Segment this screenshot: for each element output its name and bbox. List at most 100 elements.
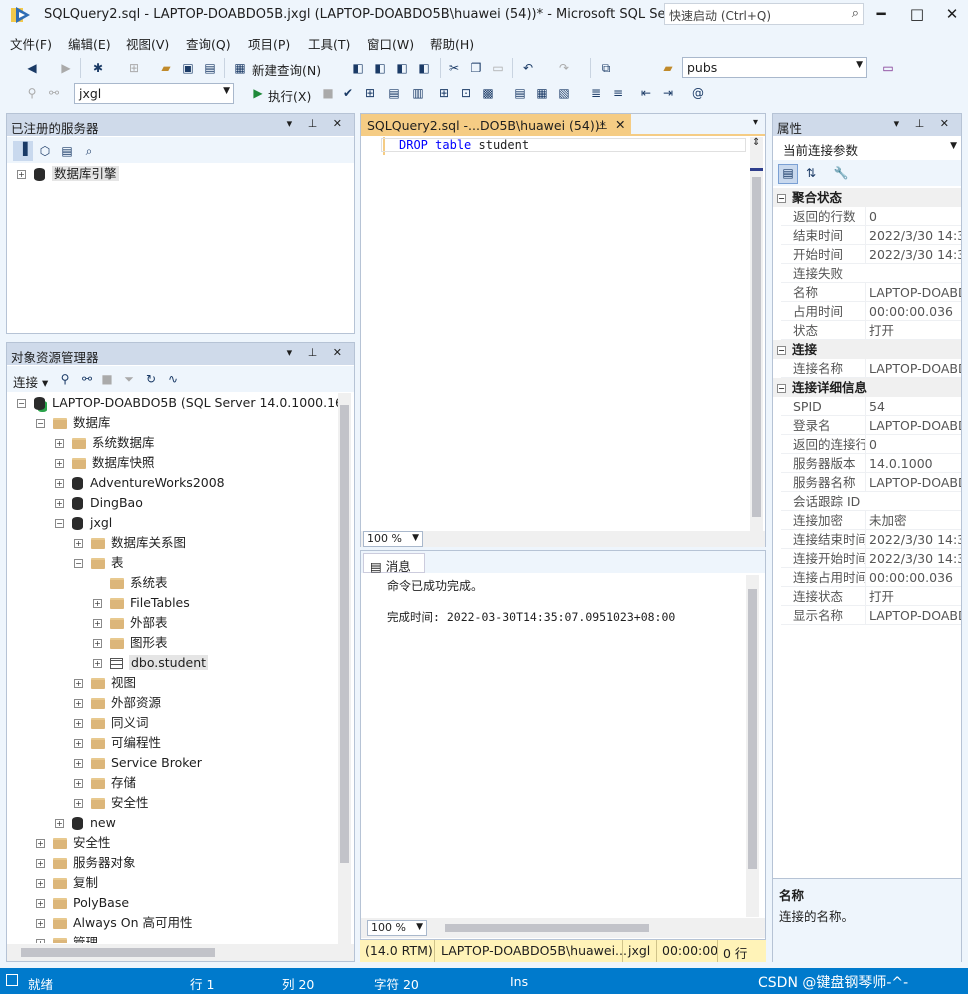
estimated-plan-icon[interactable]: ⊞ — [362, 85, 378, 101]
tree-node[interactable]: + PolyBase — [36, 893, 129, 913]
collapse-icon[interactable]: − — [777, 346, 786, 355]
tree-node[interactable]: + 管理 — [36, 933, 98, 943]
query-designer-icon[interactable]: ▤ — [386, 85, 402, 101]
tree-node[interactable]: + 复制 — [36, 873, 98, 893]
results-to-text-icon[interactable]: ▤ — [512, 85, 528, 101]
expand-icon[interactable]: + — [36, 839, 45, 848]
tree-node[interactable]: + 安全性 — [36, 833, 111, 853]
tree-node[interactable]: + 数据库快照 — [55, 453, 155, 473]
editor-vscroll[interactable]: ⇕ — [750, 137, 763, 531]
minimize-button[interactable]: ━ — [870, 4, 892, 24]
increase-indent-icon[interactable]: ⇥ — [660, 85, 676, 101]
expand-icon[interactable]: + — [74, 539, 83, 548]
forward-icon[interactable]: ▶ — [58, 60, 74, 76]
scroll-thumb[interactable] — [445, 924, 649, 932]
save-icon[interactable]: ▣ — [180, 60, 196, 76]
results-to-file-icon[interactable]: ▧ — [556, 85, 572, 101]
expand-icon[interactable]: + — [74, 679, 83, 688]
property-row[interactable]: 连接结束时间2022/3/30 14:35 — [781, 530, 961, 549]
tree-node[interactable]: + 可编程性 — [74, 733, 161, 753]
quick-launch-input[interactable]: 快速启动 (Ctrl+Q) ⌕ — [664, 3, 864, 25]
parse-icon[interactable]: ✔ — [340, 85, 356, 101]
close-tab-icon[interactable]: ✕ — [615, 117, 625, 132]
expand-icon[interactable]: + — [93, 639, 102, 648]
editor-zoom-select[interactable]: 100 % ▼ — [363, 531, 423, 547]
expand-icon[interactable]: + — [55, 819, 64, 828]
tree-node[interactable]: + 安全性 — [74, 793, 149, 813]
tree-node[interactable]: + 外部资源 — [74, 693, 161, 713]
results-to-grid-icon[interactable]: ▦ — [534, 85, 550, 101]
find-icon[interactable]: ▰ — [660, 60, 676, 76]
connect-dropdown[interactable]: 连接 ▾ — [13, 372, 48, 391]
pin-icon[interactable]: ⊥ — [597, 117, 608, 132]
redo-icon[interactable]: ↷ — [556, 60, 572, 76]
paste-icon[interactable]: ▭ — [490, 60, 506, 76]
tree-node[interactable]: + FileTables — [93, 593, 190, 613]
menu-view[interactable]: 视图(V) — [126, 34, 169, 53]
messages-tab[interactable]: ▤ 消息 — [363, 553, 425, 574]
expand-icon[interactable]: + — [74, 779, 83, 788]
messages-vscroll[interactable] — [746, 575, 759, 917]
scroll-thumb[interactable] — [748, 589, 757, 869]
back-icon[interactable]: ◀ — [24, 60, 40, 76]
change-connection-icon[interactable]: ⚯ — [46, 85, 62, 101]
menu-help[interactable]: 帮助(H) — [430, 34, 474, 53]
panel-controls[interactable]: ▾ ⊥ ✕ — [894, 117, 955, 130]
undo-icon[interactable]: ↶ — [520, 60, 536, 76]
expand-icon[interactable]: + — [36, 919, 45, 928]
property-row[interactable]: 占用时间 00:00:00.036 — [781, 302, 961, 321]
new-query-button[interactable]: 新建查询(N) — [252, 60, 321, 79]
cut-icon[interactable]: ✂ — [446, 60, 462, 76]
menu-window[interactable]: 窗口(W) — [367, 34, 414, 53]
tree-node[interactable]: + 存储 — [74, 773, 136, 793]
expand-icon[interactable]: + — [55, 499, 64, 508]
tree-node[interactable]: − jxgl — [55, 513, 112, 533]
object-explorer-hscroll[interactable] — [7, 944, 354, 961]
tab-list-icon[interactable]: ▾ — [753, 117, 758, 128]
property-row[interactable]: 服务器版本 14.0.1000 — [781, 454, 961, 473]
expand-icon[interactable]: + — [74, 739, 83, 748]
database-combo[interactable]: pubs ▼ — [682, 57, 867, 78]
execute-button[interactable]: 执行(X) — [268, 86, 311, 105]
property-row[interactable]: 结束时间 2022/3/30 14:35 — [781, 226, 961, 245]
collapse-icon[interactable]: − — [17, 399, 26, 408]
comment-icon[interactable]: ≣ — [588, 85, 604, 101]
property-category[interactable]: − 连接详细信息 — [773, 378, 961, 397]
client-statistics-icon[interactable]: ▩ — [480, 85, 496, 101]
available-databases-select[interactable]: jxgl ▼ — [74, 83, 234, 104]
tree-node[interactable]: + DingBao — [55, 493, 143, 513]
scroll-thumb[interactable] — [21, 948, 215, 957]
filter-icon[interactable]: ⏷ — [121, 371, 137, 387]
tree-node[interactable]: + Always On 高可用性 — [36, 913, 193, 933]
expand-icon[interactable]: + — [55, 459, 64, 468]
expand-icon[interactable]: + — [17, 170, 26, 179]
expand-icon[interactable]: + — [55, 439, 64, 448]
expand-icon[interactable]: + — [74, 719, 83, 728]
tree-node[interactable]: + 系统数据库 — [55, 433, 155, 453]
tree-node[interactable]: + new — [55, 813, 116, 833]
tree-node[interactable]: + dbo.student — [93, 653, 209, 673]
tree-node[interactable]: + 图形表 — [93, 633, 168, 653]
property-row[interactable]: 连接加密 未加密 — [781, 511, 961, 530]
add-item-icon[interactable]: ⊞ — [126, 60, 142, 76]
save-all-icon[interactable]: ▤ — [202, 60, 218, 76]
dmx-query-icon[interactable]: ◧ — [372, 60, 388, 76]
search-icon[interactable]: ⌕ — [852, 6, 859, 21]
uncomment-icon[interactable]: ≡ — [610, 85, 626, 101]
expand-icon[interactable]: + — [74, 799, 83, 808]
expand-icon[interactable]: + — [36, 879, 45, 888]
registered-server-node[interactable]: + 数据库引擎 — [17, 164, 119, 184]
xmla-query-icon[interactable]: ◧ — [394, 60, 410, 76]
collapse-icon[interactable]: − — [777, 384, 786, 393]
expand-icon[interactable]: + — [36, 939, 45, 943]
database-engine-icon[interactable]: ▐ — [13, 141, 33, 161]
collapse-icon[interactable]: − — [74, 559, 83, 568]
intellisense-icon[interactable]: ⊞ — [436, 85, 452, 101]
expand-icon[interactable]: + — [93, 619, 102, 628]
menu-tools[interactable]: 工具(T) — [308, 34, 350, 53]
messages-zoom-select[interactable]: 100 % ▼ — [367, 920, 427, 936]
connect-icon[interactable]: ⚲ — [24, 85, 40, 101]
alphabetical-icon[interactable]: ⇅ — [803, 165, 819, 181]
tree-node[interactable]: + 服务器对象 — [36, 853, 136, 873]
query-options-icon[interactable]: ▥ — [410, 85, 426, 101]
